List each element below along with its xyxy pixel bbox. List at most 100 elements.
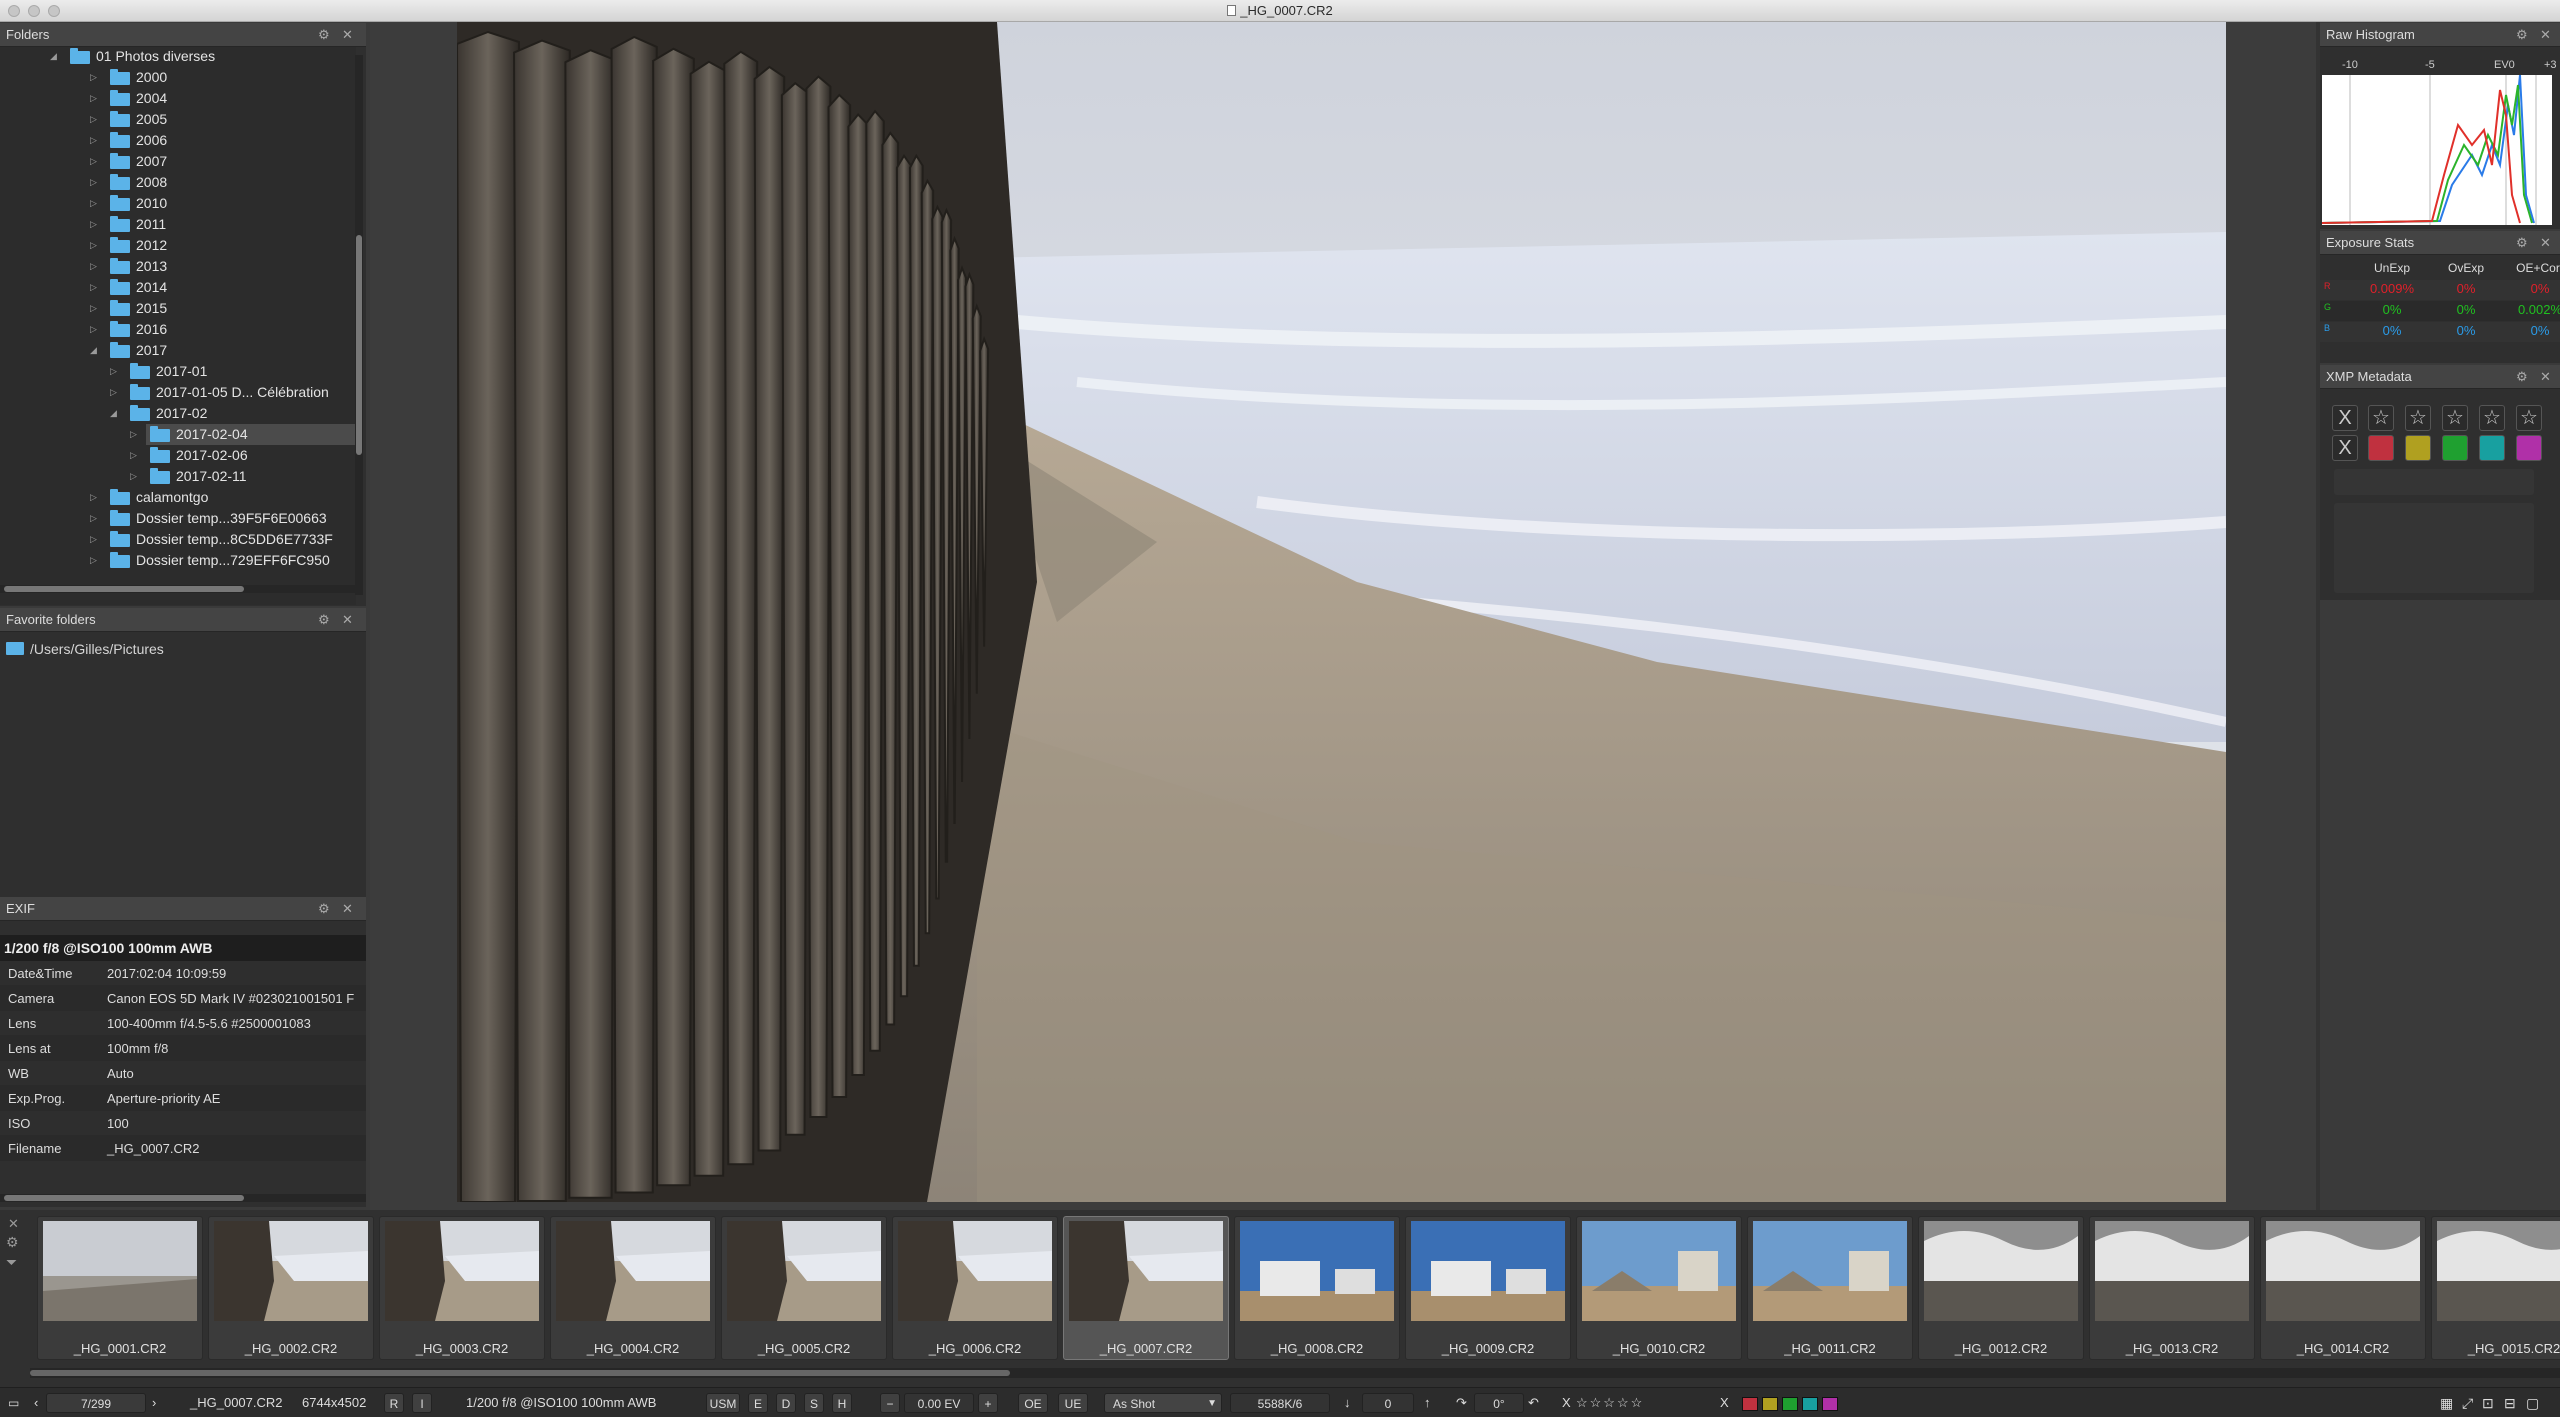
sidebar-toggle-icon[interactable]: ▭ [8,1393,19,1413]
folder-item[interactable]: ▷ 2006 [0,130,356,151]
close-icon[interactable]: ✕ [2540,365,2551,389]
filmstrip-close-icon[interactable]: ✕ [8,1216,19,1232]
thumbnail[interactable]: _HG_0011.CR2 [1747,1216,1913,1360]
thumbnail[interactable]: _HG_0005.CR2 [721,1216,887,1360]
disclosure-closed-icon[interactable]: ▷ [90,256,97,277]
disclosure-closed-icon[interactable]: ▷ [90,235,97,256]
folder-item[interactable]: ◢ 2017-02 [0,403,356,424]
thumbnail[interactable]: _HG_0001.CR2 [37,1216,203,1360]
disclosure-open-icon[interactable]: ◢ [50,46,57,67]
h-toggle[interactable]: H [832,1393,852,1413]
exif-horizontal-scrollbar[interactable] [0,1194,366,1202]
thumbnail[interactable]: _HG_0010.CR2 [1576,1216,1742,1360]
reject-icon[interactable]: X [2332,405,2358,431]
arrow-up-icon[interactable]: ↑ [1424,1393,1431,1413]
tint-field[interactable]: 0 [1362,1393,1414,1413]
color-label-swatch[interactable] [1822,1397,1838,1411]
gear-icon[interactable]: ⚙ [2516,23,2528,47]
thumbnail[interactable]: _HG_0014.CR2 [2260,1216,2426,1360]
disclosure-closed-icon[interactable]: ▷ [90,298,97,319]
gear-icon[interactable]: ⚙ [318,23,330,47]
star-icon[interactable]: ☆ [2405,405,2431,431]
folder-item[interactable]: ▷ 2017-02-11 [0,466,356,487]
disclosure-closed-icon[interactable]: ▷ [90,109,97,130]
color-label-button[interactable] [2442,435,2468,461]
thumbnail[interactable]: _HG_0015.CR2 [2431,1216,2560,1360]
image-info-toggle[interactable]: I [412,1393,432,1413]
close-icon[interactable]: ✕ [2540,231,2551,255]
filmstrip-scrollbar[interactable] [30,1368,2560,1378]
oe-toggle[interactable]: OE [1018,1393,1048,1413]
color-temperature-field[interactable]: 5588K/6 [1230,1393,1330,1413]
disclosure-closed-icon[interactable]: ▷ [90,151,97,172]
color-label-swatch[interactable] [1802,1397,1818,1411]
thumbnail[interactable]: _HG_0004.CR2 [550,1216,716,1360]
disclosure-closed-icon[interactable]: ▷ [130,424,137,445]
folder-item[interactable]: ▷ 2007 [0,151,356,172]
layout-icon[interactable]: ⊟ [2504,1393,2516,1413]
close-icon[interactable]: ✕ [342,897,353,921]
minimize-window-button[interactable] [28,5,40,17]
gear-icon[interactable]: ⚙ [2516,231,2528,255]
filmstrip-settings-icon[interactable]: ⚙ [6,1234,19,1251]
disclosure-closed-icon[interactable]: ▷ [90,67,97,88]
folder-item[interactable]: ▷ 2016 [0,319,356,340]
disclosure-closed-icon[interactable]: ▷ [90,529,97,550]
exposure-increase-button[interactable]: + [978,1393,998,1413]
folder-item[interactable]: ▷ 2011 [0,214,356,235]
disclosure-closed-icon[interactable]: ▷ [90,130,97,151]
exposure-decrease-button[interactable]: − [880,1393,900,1413]
previous-image-button[interactable]: ‹ [34,1393,38,1413]
favorite-folder-item[interactable]: /Users/Gilles/Pictures [0,638,366,660]
disclosure-closed-icon[interactable]: ▷ [110,382,117,403]
exposure-value-field[interactable]: 0.00 EV [904,1393,974,1413]
folder-item[interactable]: ▷ 2017-02-04 [130,424,356,445]
disclosure-closed-icon[interactable]: ▷ [90,88,97,109]
thumbnail[interactable]: _HG_0003.CR2 [379,1216,545,1360]
tree-vertical-scrollbar[interactable] [355,55,363,595]
disclosure-closed-icon[interactable]: ▷ [90,214,97,235]
rotate-icon[interactable]: ↷ [1456,1393,1467,1413]
close-icon[interactable]: ✕ [342,23,353,47]
reject-button[interactable]: X [1562,1393,1571,1413]
tree-horizontal-scrollbar[interactable] [0,585,356,593]
thumbnail[interactable]: _HG_0006.CR2 [892,1216,1058,1360]
usm-toggle[interactable]: USM [706,1393,740,1413]
fullscreen-icon[interactable]: ⤢ [2462,1393,2473,1413]
folder-item[interactable]: ▷ 2013 [0,256,356,277]
folder-item[interactable]: ▷ 2014 [0,277,356,298]
color-label-button[interactable] [2479,435,2505,461]
raw-toggle[interactable]: R [384,1393,404,1413]
disclosure-closed-icon[interactable]: ▷ [90,172,97,193]
gear-icon[interactable]: ⚙ [318,897,330,921]
color-label-button[interactable] [2368,435,2394,461]
d-toggle[interactable]: D [776,1393,796,1413]
disclosure-closed-icon[interactable]: ▷ [110,361,117,382]
e-toggle[interactable]: E [748,1393,768,1413]
star-icon[interactable]: ☆ [2368,405,2394,431]
folder-item[interactable]: ▷ calamontgo [0,487,356,508]
thumbnail[interactable]: _HG_0002.CR2 [208,1216,374,1360]
folder-item[interactable]: ▷ 2017-01 [0,361,356,382]
scroll-thumb[interactable] [4,1195,244,1201]
no-color-icon[interactable]: X [2332,435,2358,461]
xmp-description-field[interactable] [2334,503,2534,593]
color-label-swatch[interactable] [1742,1397,1758,1411]
color-label-swatch[interactable] [1782,1397,1798,1411]
folder-item[interactable]: ▷ Dossier temp...729EFF6FC950 [0,550,356,571]
color-label-button[interactable] [2516,435,2542,461]
thumbnail[interactable]: _HG_0012.CR2 [1918,1216,2084,1360]
folder-item[interactable]: ▷ 2000 [0,67,356,88]
thumbnail[interactable]: _HG_0013.CR2 [2089,1216,2255,1360]
folder-item[interactable]: ▷ 2010 [0,193,356,214]
disclosure-closed-icon[interactable]: ▷ [130,445,137,466]
disclosure-closed-icon[interactable]: ▷ [90,193,97,214]
arrow-down-icon[interactable]: ↓ [1344,1393,1351,1413]
compare-icon[interactable]: ⊡ [2482,1393,2494,1413]
star-icon[interactable]: ☆ [2516,405,2542,431]
disclosure-closed-icon[interactable]: ▷ [90,487,97,508]
folder-item[interactable]: ▷ Dossier temp...8C5DD6E7733F [0,529,356,550]
zoom-window-button[interactable] [48,5,60,17]
thumbnail[interactable]: _HG_0007.CR2 [1063,1216,1229,1360]
star-icon[interactable]: ☆ [2479,405,2505,431]
